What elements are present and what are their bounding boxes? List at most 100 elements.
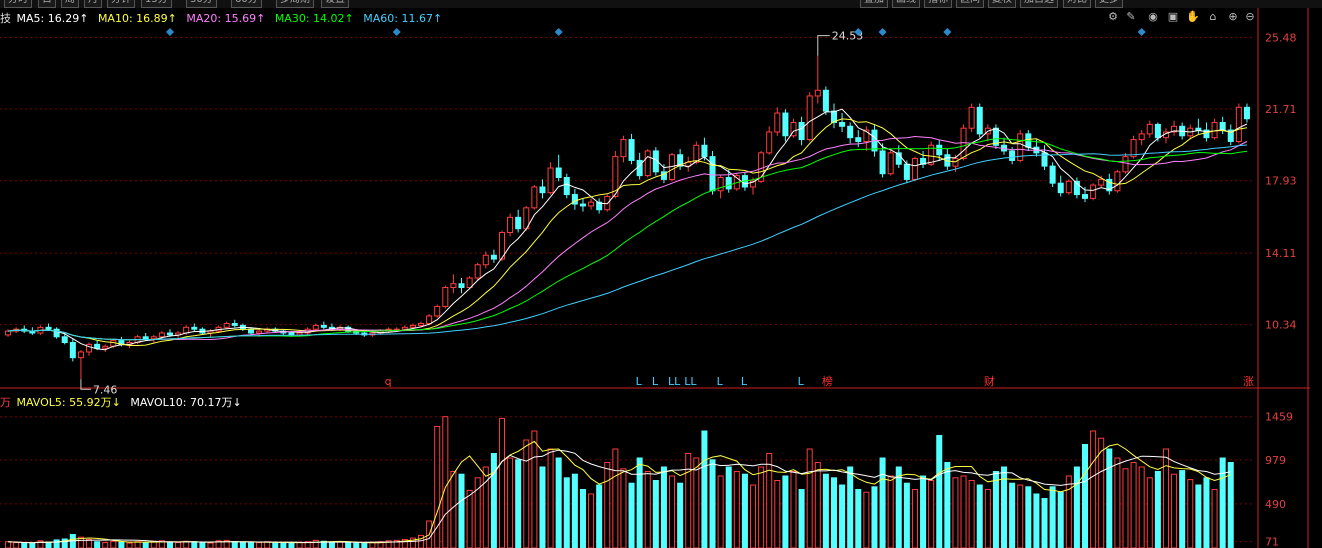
- candle-body: [166, 332, 174, 336]
- volume-bar: [887, 475, 894, 548]
- candle-body: [636, 159, 643, 177]
- candle-body: [798, 122, 805, 141]
- candle-body: [822, 89, 829, 112]
- ma20-line: [7, 135, 1248, 341]
- event-marker-label: L: [717, 375, 724, 388]
- volume-bar: [976, 484, 983, 548]
- candle-body: [539, 186, 546, 194]
- volume-bar: [482, 466, 489, 548]
- candle-body: [936, 144, 943, 156]
- volume-bar: [1122, 468, 1129, 548]
- volume-bar: [13, 542, 20, 548]
- candle-body: [442, 286, 449, 307]
- candle-body: [911, 158, 918, 180]
- volume-bar: [474, 477, 481, 548]
- candle-body: [45, 326, 52, 330]
- volume-bar: [458, 473, 465, 548]
- volume-bar: [1179, 470, 1186, 548]
- candle-body: [879, 150, 886, 175]
- volume-bar: [1211, 489, 1218, 548]
- candle-body: [231, 323, 238, 326]
- candle-body: [183, 326, 190, 334]
- volume-bar: [53, 539, 60, 548]
- candle-body: [709, 156, 716, 192]
- event-diamond-marker: [878, 28, 887, 36]
- volume-bar: [984, 489, 991, 548]
- volume-bar: [822, 473, 829, 548]
- price-tick-label: 10.34: [1265, 319, 1297, 332]
- candle-body: [717, 177, 724, 192]
- candle-body: [1098, 178, 1105, 186]
- candle-body: [1138, 133, 1145, 141]
- volume-bar: [280, 542, 287, 548]
- candle-body: [952, 158, 959, 167]
- volume-bar: [790, 471, 797, 548]
- event-marker-label: 榜: [822, 374, 833, 388]
- kline-chart[interactable]: 25.4821.7117.9314.1110.3414599794907124.…: [0, 0, 1310, 548]
- volume-bar: [749, 484, 757, 548]
- volume-bar: [29, 543, 36, 548]
- volume-bar: [685, 453, 692, 548]
- volume-bar: [1073, 466, 1080, 548]
- candle-body: [903, 163, 910, 180]
- candle-body: [1195, 127, 1202, 131]
- volume-bar: [782, 475, 789, 548]
- volume-bar: [466, 489, 473, 548]
- volume-bar: [369, 542, 376, 548]
- volume-bar: [1098, 437, 1105, 548]
- candle-body: [1235, 106, 1242, 142]
- candle-body: [401, 326, 408, 330]
- candle-body: [1122, 156, 1129, 173]
- candle-body: [1146, 123, 1153, 135]
- candle-body: [555, 167, 562, 179]
- volume-bar: [968, 480, 975, 548]
- volume-bar: [498, 417, 506, 548]
- candle-body: [69, 341, 76, 359]
- candle-body: [620, 139, 627, 158]
- volume-bar: [579, 489, 586, 548]
- volume-bar: [1171, 473, 1178, 548]
- volume-bar: [1130, 462, 1137, 548]
- high-annotation-leader: [817, 35, 830, 56]
- volume-bar: [288, 543, 295, 548]
- volume-bar: [328, 541, 335, 548]
- volume-bar: [1033, 493, 1040, 548]
- candle-body: [142, 336, 149, 340]
- volume-bar: [239, 542, 246, 548]
- volume-bar: [588, 493, 595, 548]
- volume-bar: [337, 541, 344, 548]
- candle-body: [102, 345, 109, 349]
- volume-bar: [231, 541, 238, 548]
- candle-body: [1219, 122, 1226, 131]
- candle-body: [588, 201, 595, 207]
- volume-bar: [758, 466, 765, 548]
- candle-body: [5, 330, 12, 336]
- volume-bar: [1195, 484, 1202, 548]
- volume-bar: [571, 473, 578, 548]
- candle-body: [976, 106, 983, 135]
- volume-bar: [361, 543, 368, 548]
- candle-body: [61, 336, 68, 343]
- volume-bar: [1017, 484, 1024, 548]
- volume-bar: [733, 471, 740, 548]
- candle-body: [814, 89, 821, 97]
- candle-body: [531, 186, 538, 209]
- candle-body: [466, 277, 473, 288]
- event-marker-label: q: [385, 375, 392, 388]
- volume-tick-label: 1459: [1265, 411, 1293, 424]
- candle-body: [1154, 123, 1161, 139]
- volume-bar: [928, 480, 935, 548]
- ma60-line: [7, 144, 1248, 341]
- volume-bar: [604, 462, 611, 548]
- volume-bar: [515, 459, 522, 548]
- event-diamond-marker: [943, 28, 952, 36]
- event-marker-label: 财: [984, 374, 995, 388]
- volume-bar: [1025, 486, 1032, 548]
- volume-bar: [539, 466, 546, 548]
- candle-body: [1057, 182, 1064, 194]
- volume-bar: [1203, 477, 1210, 548]
- volume-bar: [669, 475, 676, 548]
- volume-bar: [166, 541, 174, 548]
- volume-bar: [895, 466, 902, 548]
- candle-body: [409, 324, 416, 328]
